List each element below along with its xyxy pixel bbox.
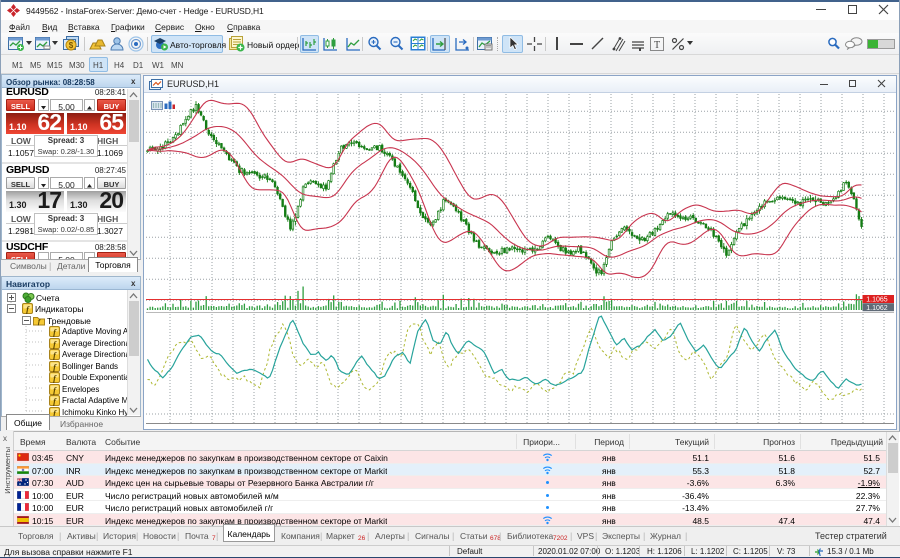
svg-text:1.1065: 1.1065 [866, 297, 888, 304]
svg-text:1.1062: 1.1062 [866, 305, 888, 312]
